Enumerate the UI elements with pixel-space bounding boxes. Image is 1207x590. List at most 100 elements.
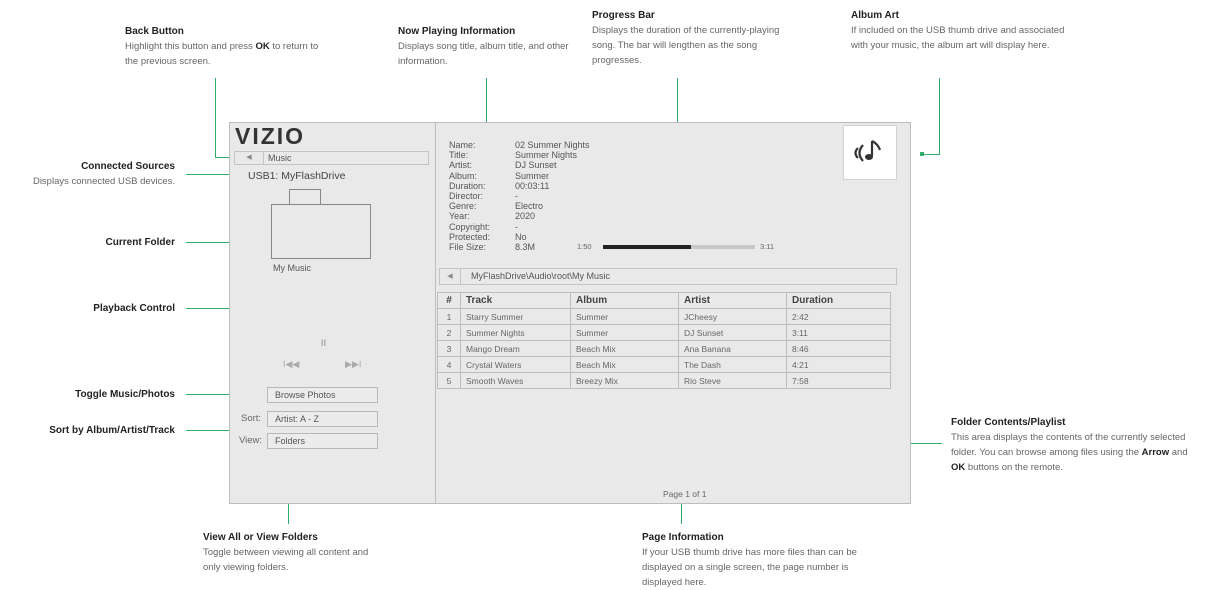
vizio-logo: VIZIO	[235, 123, 306, 149]
table-row[interactable]: 3 Mango Dream Beach Mix Ana Banana 8:46	[437, 340, 891, 357]
left-pane: VIZIO ◀ Music USB1: MyFlashDrive My Musi…	[230, 123, 436, 503]
info-value: No	[515, 231, 527, 242]
table-row[interactable]: 4 Crystal Waters Beach Mix The Dash 4:21	[437, 356, 891, 373]
info-row: Director: -	[449, 191, 590, 201]
info-row: File Size: 8.3M	[449, 242, 590, 252]
info-key: Protected:	[449, 231, 491, 242]
table-cell: 8:46	[786, 340, 891, 357]
album-art	[843, 125, 897, 180]
pause-icon[interactable]: II	[321, 338, 326, 348]
table-cell: 3	[437, 340, 461, 357]
table-cell: 1	[437, 308, 461, 325]
info-row: Copyright: -	[449, 222, 590, 232]
info-row: Title: Summer Nights	[449, 150, 590, 160]
music-note-icon	[854, 140, 882, 162]
back-callout-line-v	[215, 78, 216, 158]
info-key: Artist:	[449, 160, 473, 171]
folder-icon[interactable]	[271, 204, 371, 259]
sort-dropdown[interactable]: Artist: A - Z	[267, 411, 378, 427]
view-dropdown[interactable]: Folders	[267, 433, 378, 449]
info-key: Copyright:	[449, 221, 491, 232]
info-value: 2020	[515, 211, 536, 222]
current-folder-name: My Music	[273, 263, 311, 273]
view-label: View:	[239, 435, 263, 446]
column-header-artist: Artist	[678, 292, 787, 309]
page-information: Page 1 of 1	[663, 489, 707, 499]
column-header-album: Album	[570, 292, 679, 309]
info-row: Genre: Electro	[449, 201, 590, 211]
info-row: Year: 2020	[449, 211, 590, 221]
connected-sources-annotation: Connected Sources Displays connected USB…	[32, 161, 175, 187]
sort-annotation: Sort by Album/Artist/Track	[49, 425, 175, 436]
folder-path-bar: ◀ MyFlashDrive\Audio\root\My Music	[439, 268, 897, 285]
progress-elapsed: 1:50	[577, 242, 592, 251]
back-button[interactable]: ◀	[235, 152, 264, 164]
table-cell: Ana Banana	[678, 340, 787, 357]
browse-photos-button[interactable]: Browse Photos	[267, 387, 378, 403]
table-cell: Summer	[570, 308, 679, 325]
progress-total: 3:11	[760, 242, 775, 251]
info-row: Duration: 00:03:11	[449, 181, 590, 191]
table-cell: 3:11	[786, 324, 891, 341]
playlist-table: # Track Album Artist Duration 1 Starry Su…	[437, 292, 891, 389]
info-key: Director:	[449, 191, 484, 202]
table-cell: 4	[437, 356, 461, 373]
now-playing-info: Name: 02 Summer Nights Title: Summer Nights…	[449, 140, 590, 252]
info-value: Summer	[515, 170, 550, 181]
info-key: Name:	[449, 140, 476, 150]
table-cell: Mango Dream	[460, 340, 571, 357]
back-arrow-icon: ◀	[447, 273, 453, 280]
table-cell: 7:58	[786, 372, 891, 389]
info-value: 00:03:11	[515, 180, 550, 191]
info-value: 8.3M	[515, 242, 536, 253]
folder-icon-tab	[289, 189, 321, 205]
table-cell: JCheesy	[678, 308, 787, 325]
back-row: ◀ Music	[234, 151, 429, 165]
progress-fill	[603, 245, 692, 249]
view-annotation: View All or View Folders Toggle between …	[203, 532, 369, 573]
info-value: Electro	[515, 201, 544, 212]
next-icon[interactable]: ▶▶I	[345, 359, 361, 370]
info-key: Album:	[449, 170, 478, 181]
table-cell: Beach Mix	[570, 340, 679, 357]
table-cell: 5	[437, 372, 461, 389]
table-row[interactable]: 5 Smooth Waves Breezy Mix Rio Steve 7:58	[437, 372, 891, 389]
album-art-callout-line-h	[922, 154, 940, 155]
table-cell: Summer Nights	[460, 324, 571, 341]
toggle-music-photos-annotation: Toggle Music/Photos	[75, 389, 175, 400]
playback-control-annotation: Playback Control	[93, 303, 175, 314]
folder-contents-annotation: Folder Contents/Playlist This area displ…	[951, 417, 1188, 473]
info-row: Protected: No	[449, 232, 590, 242]
info-row: Album: Summer	[449, 171, 590, 181]
path-back-button[interactable]: ◀	[440, 269, 461, 284]
info-key: Duration:	[449, 180, 486, 191]
table-row[interactable]: 1 Starry Summer Summer JCheesy 2:42	[437, 308, 891, 325]
info-key: Genre:	[449, 201, 477, 212]
playlist-header-row: # Track Album Artist Duration	[437, 292, 891, 309]
progress-bar	[603, 245, 755, 249]
table-row[interactable]: 2 Summer Nights Summer DJ Sunset 3:11	[437, 324, 891, 341]
tv-screen: VIZIO ◀ Music USB1: MyFlashDrive My Musi…	[229, 122, 911, 504]
info-value: DJ Sunset	[515, 160, 557, 171]
sort-label: Sort:	[241, 413, 262, 424]
previous-icon[interactable]: I◀◀	[283, 359, 299, 370]
info-key: File Size:	[449, 242, 487, 253]
current-folder-annotation: Current Folder	[105, 237, 175, 248]
page-information-annotation: Page Information If your USB thumb drive…	[642, 532, 857, 588]
album-art-annotation: Album Art If included on the USB thumb d…	[851, 10, 1065, 51]
progress-bar-annotation: Progress Bar Displays the duration of th…	[592, 10, 780, 66]
info-row: Artist: DJ Sunset	[449, 160, 590, 170]
column-header-track: Track	[460, 292, 571, 309]
now-playing-annotation: Now Playing Information Displays song ti…	[398, 26, 569, 67]
table-cell: 2:42	[786, 308, 891, 325]
page-callout-line	[681, 502, 682, 524]
column-header-duration: Duration	[786, 292, 891, 309]
info-value: 02 Summer Nights	[515, 140, 590, 150]
back-button-annotation: Back Button Highlight this button and pr…	[125, 26, 319, 67]
connected-source[interactable]: USB1: MyFlashDrive	[248, 170, 345, 182]
info-key: Year:	[449, 211, 470, 222]
right-pane: Name: 02 Summer Nights Title: Summer Nights…	[436, 123, 910, 503]
table-cell: 2	[437, 324, 461, 341]
table-cell: Rio Steve	[678, 372, 787, 389]
info-value: -	[515, 191, 518, 202]
